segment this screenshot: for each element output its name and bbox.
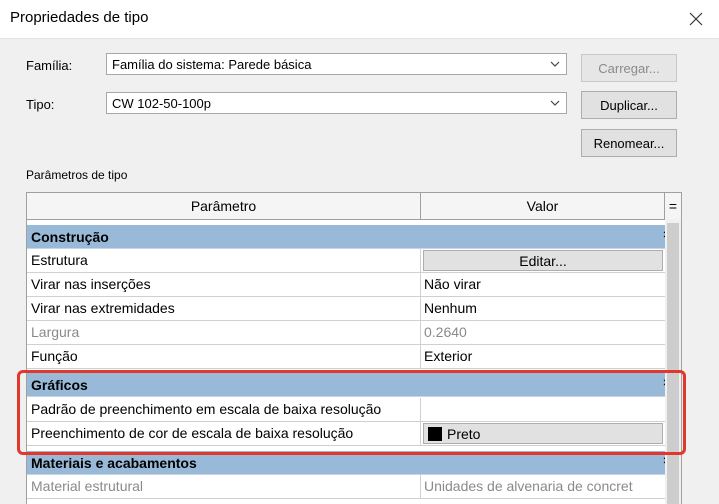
load-button[interactable]: Carregar... xyxy=(581,54,677,82)
scrollbar-thumb[interactable] xyxy=(667,223,679,504)
group-construction[interactable]: Construção xyxy=(27,225,681,249)
family-value: Família do sistema: Parede básica xyxy=(112,57,312,72)
type-dropdown[interactable]: CW 102-50-100p xyxy=(106,92,567,114)
param-name: Estrutura xyxy=(27,249,421,272)
rename-button[interactable]: Renomear... xyxy=(581,129,677,157)
dialog-title: Propriedades de tipo xyxy=(10,9,149,26)
table-row[interactable]: Virar nas inserções Não virar xyxy=(27,273,665,297)
table-row[interactable]: Material estrutural Unidades de alvenari… xyxy=(27,475,665,499)
family-label: Família: xyxy=(26,58,73,73)
table-row[interactable]: Preenchimento de cor de escala de baixa … xyxy=(27,422,665,446)
grid-header: Parâmetro Valor = xyxy=(27,193,681,220)
chevron-down-icon xyxy=(550,100,560,106)
parameter-column-header[interactable]: Parâmetro xyxy=(27,193,421,219)
type-parameters-label: Parâmetros de tipo xyxy=(26,168,128,182)
param-name: Virar nas extremidades xyxy=(27,297,421,320)
table-row[interactable]: Estrutura Editar... xyxy=(27,249,665,273)
parameters-grid: Parâmetro Valor = Construção Estrutura E… xyxy=(26,192,682,504)
group-materials[interactable]: Materiais e acabamentos xyxy=(27,451,681,475)
param-name: Material estrutural xyxy=(27,475,421,498)
close-button[interactable] xyxy=(673,0,719,38)
value-column-header[interactable]: Valor xyxy=(421,193,665,219)
duplicate-button[interactable]: Duplicar... xyxy=(581,91,677,119)
type-value: CW 102-50-100p xyxy=(112,96,211,111)
param-value: 0.2640 xyxy=(424,324,467,340)
group-label: Gráficos xyxy=(31,377,88,393)
table-row[interactable]: Função Exterior xyxy=(27,345,665,369)
param-name: Função xyxy=(27,345,421,368)
param-name: Preenchimento de cor de escala de baixa … xyxy=(27,422,421,445)
param-value[interactable]: Não virar xyxy=(421,273,665,296)
type-label: Tipo: xyxy=(26,97,55,112)
title-bar: Propriedades de tipo xyxy=(0,0,719,39)
table-row: Largura 0.2640 xyxy=(27,321,665,345)
param-value[interactable] xyxy=(421,398,665,421)
chevron-down-icon xyxy=(550,61,560,67)
close-icon xyxy=(689,12,703,26)
param-value[interactable]: Exterior xyxy=(421,345,665,368)
edit-structure-button[interactable]: Editar... xyxy=(423,250,663,271)
sort-toggle[interactable]: = xyxy=(665,193,681,219)
param-value[interactable]: Unidades de alvenaria de concret xyxy=(421,475,665,498)
color-picker-button[interactable]: Preto xyxy=(423,423,663,444)
table-row[interactable]: Virar nas extremidades Nenhum xyxy=(27,297,665,321)
param-name: Largura xyxy=(27,321,421,344)
table-row[interactable]: Padrão de preenchimento em escala de bai… xyxy=(27,398,665,422)
group-label: Construção xyxy=(31,229,109,245)
family-dropdown[interactable]: Família do sistema: Parede básica xyxy=(106,53,567,75)
param-value[interactable]: Nenhum xyxy=(421,297,665,320)
vertical-scrollbar[interactable] xyxy=(665,219,681,504)
group-graphics[interactable]: Gráficos xyxy=(27,373,681,397)
param-name: Padrão de preenchimento em escala de bai… xyxy=(27,398,421,421)
group-label: Materiais e acabamentos xyxy=(31,455,197,471)
param-name: Virar nas inserções xyxy=(27,273,421,296)
color-value: Preto xyxy=(447,425,481,442)
color-swatch xyxy=(428,426,442,441)
